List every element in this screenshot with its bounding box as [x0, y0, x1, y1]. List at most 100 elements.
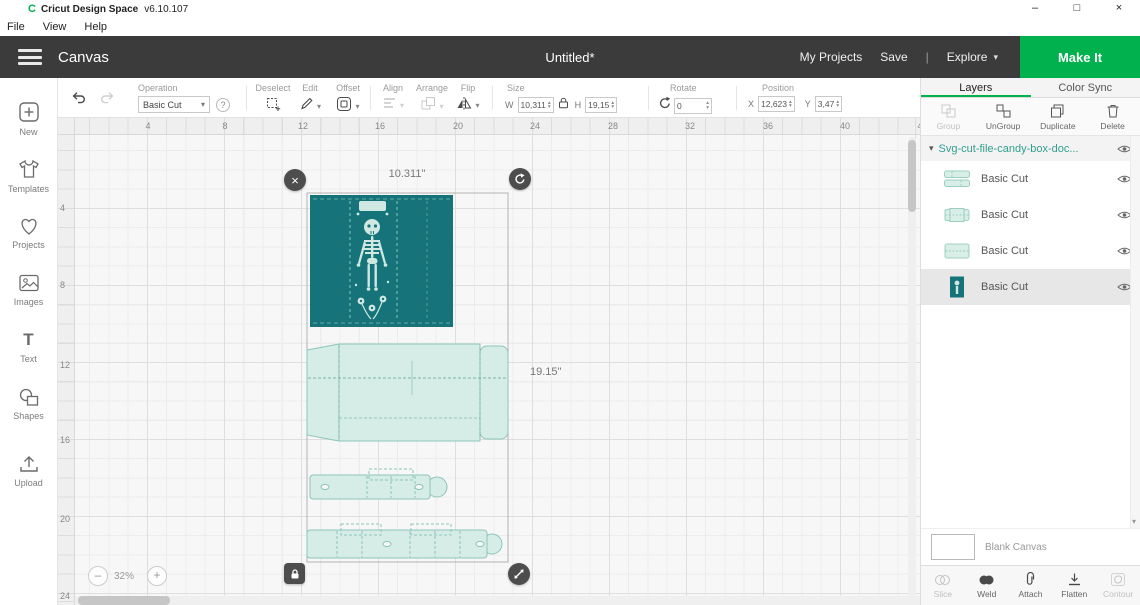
attach-button[interactable]: Attach	[1009, 566, 1053, 605]
vertical-scrollbar[interactable]	[908, 137, 916, 601]
explore-menu[interactable]: Explore ▾	[947, 50, 998, 64]
width-field[interactable]: 10,311 ▴ ▾	[517, 97, 554, 113]
close-icon: ×	[291, 172, 299, 188]
offset-group: Offset ▾	[328, 83, 368, 117]
sidebar-item-shapes[interactable]: Shapes	[0, 375, 57, 432]
vertical-ruler: 4 8 12 16 20 24	[58, 135, 75, 605]
flip-icon[interactable]	[456, 96, 472, 115]
x-field[interactable]: 12,623 ▴ ▾	[758, 96, 795, 112]
artwork-box-die[interactable]	[306, 343, 509, 442]
edit-icon[interactable]	[299, 96, 314, 116]
x-stepper[interactable]: ▴ ▾	[789, 99, 792, 109]
canvas-grid[interactable]: × 10.311" 19.15" – 32% +	[75, 135, 920, 605]
panel-scrollbar[interactable]: ▾	[1130, 136, 1140, 528]
sidebar-item-text[interactable]: T Text	[0, 318, 57, 375]
projects-icon	[20, 218, 37, 235]
layer-row-3[interactable]: Basic Cut	[921, 233, 1140, 269]
sidebar-label: Shapes	[13, 410, 44, 421]
layer-tools: Slice Weld Attach Flatten Contour	[921, 565, 1140, 605]
horizontal-scrollbar[interactable]	[75, 596, 920, 605]
chevron-down-icon[interactable]: ▾	[929, 143, 934, 154]
layer-row-4[interactable]: Basic Cut	[921, 269, 1140, 305]
menu-view[interactable]: View	[34, 18, 76, 36]
offset-icon[interactable]	[336, 96, 352, 117]
width-stepper[interactable]: ▴ ▾	[548, 100, 551, 110]
help-button[interactable]: ?	[216, 97, 230, 112]
rotate-stepper[interactable]: ▴ ▾	[706, 101, 709, 110]
deselect-group: Deselect	[252, 83, 294, 117]
duplicate-button[interactable]: Duplicate	[1031, 98, 1086, 135]
arrange-icon[interactable]	[420, 96, 436, 116]
delete-handle[interactable]: ×	[284, 169, 306, 191]
delete-button[interactable]: Delete	[1085, 98, 1140, 135]
group-button[interactable]: Group	[921, 98, 976, 135]
ungroup-button[interactable]: UnGroup	[976, 98, 1031, 135]
tab-layers[interactable]: Layers	[921, 78, 1031, 97]
horizontal-scrollbar-thumb[interactable]	[78, 596, 170, 605]
deselect-icon[interactable]	[265, 96, 281, 117]
canvas-color-swatch[interactable]	[931, 534, 975, 560]
menu-help[interactable]: Help	[75, 18, 116, 36]
layer-group-row[interactable]: ▾ Svg-cut-file-candy-box-doc...	[921, 136, 1140, 161]
flatten-icon	[1068, 573, 1080, 586]
height-label: H	[574, 100, 582, 110]
sidebar-label: Text	[20, 353, 37, 364]
rotate-icon	[515, 173, 525, 184]
flatten-button[interactable]: Flatten	[1052, 566, 1096, 605]
size-group: Size W 10,311 ▴ ▾ H 19,15 ▴ ▾	[503, 83, 618, 114]
minimize-icon[interactable]: –	[1014, 0, 1056, 18]
undo-icon[interactable]	[70, 90, 86, 110]
sidebar-item-templates[interactable]: Templates	[0, 147, 57, 204]
redo-icon[interactable]	[100, 90, 116, 110]
sidebar-item-images[interactable]: Images	[0, 261, 57, 318]
height-stepper[interactable]: ▴ ▾	[611, 100, 614, 110]
contour-button[interactable]: Contour	[1096, 566, 1140, 605]
size-lock-icon[interactable]	[558, 96, 569, 114]
upload-icon	[19, 455, 38, 472]
save-link[interactable]: Save	[880, 50, 907, 64]
layer-row-1[interactable]: Basic Cut	[921, 161, 1140, 197]
height-field[interactable]: 19,15 ▴ ▾	[585, 97, 618, 113]
tab-color-sync[interactable]: Color Sync	[1031, 78, 1140, 97]
align-icon[interactable]	[382, 96, 397, 115]
artwork-teal-panel[interactable]	[310, 195, 453, 327]
hamburger-menu-icon[interactable]	[18, 49, 42, 65]
position-label: Position	[762, 83, 795, 93]
resize-handle[interactable]	[508, 563, 530, 585]
rotate-icon[interactable]	[658, 96, 672, 115]
my-projects-link[interactable]: My Projects	[800, 50, 863, 64]
sidebar-item-upload[interactable]: Upload	[0, 442, 57, 499]
menu-file[interactable]: File	[0, 18, 34, 36]
slice-button[interactable]: Slice	[921, 566, 965, 605]
make-it-button[interactable]: Make It	[1020, 36, 1140, 78]
selection-height-label: 19.15"	[530, 366, 562, 378]
y-field[interactable]: 3,47 ▴ ▾	[814, 96, 843, 112]
weld-button[interactable]: Weld	[965, 566, 1009, 605]
maximize-icon[interactable]: □	[1056, 0, 1098, 18]
sidebar-item-new[interactable]: New	[0, 90, 57, 147]
chevron-down-icon[interactable]: ▾	[1132, 517, 1136, 526]
chevron-down-icon: ▾	[993, 51, 998, 62]
blank-canvas-row[interactable]: Blank Canvas	[921, 528, 1140, 565]
vertical-scrollbar-thumb[interactable]	[908, 140, 916, 212]
zoom-in-button[interactable]: +	[147, 566, 167, 586]
zoom-out-button[interactable]: –	[88, 566, 108, 586]
lock-handle[interactable]	[284, 563, 305, 584]
rotate-value: 0	[677, 100, 682, 111]
artwork-strip-2[interactable]	[306, 523, 503, 559]
artwork-strip-1[interactable]	[309, 468, 448, 500]
width-value: 10,311	[520, 100, 546, 110]
attach-icon	[1027, 572, 1035, 585]
rotate-handle[interactable]	[509, 168, 531, 190]
rotate-field[interactable]: 0 ▴ ▾	[674, 97, 712, 114]
contour-icon	[1111, 573, 1126, 586]
sidebar-item-projects[interactable]: Projects	[0, 204, 57, 261]
edit-group: Edit ▾	[292, 83, 328, 116]
sidebar-label: Projects	[12, 239, 45, 250]
layer-row-2[interactable]: Basic Cut	[921, 197, 1140, 233]
app-window: C Cricut Design Space v6.10.107 – □ × Fi…	[0, 0, 1140, 605]
y-stepper[interactable]: ▴ ▾	[836, 99, 839, 109]
operation-dropdown[interactable]: Basic Cut ▾	[138, 96, 210, 113]
flip-group: Flip ▾	[450, 83, 486, 115]
close-icon[interactable]: ×	[1098, 0, 1140, 18]
